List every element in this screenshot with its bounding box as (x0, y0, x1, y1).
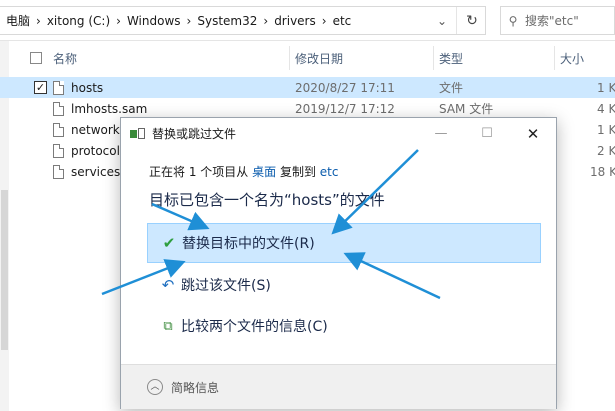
file-icon (53, 143, 64, 158)
minimize-button[interactable]: — (418, 118, 464, 149)
crumb-system32[interactable]: System32 (191, 7, 263, 34)
replace-or-skip-dialog: 替换或跳过文件 — ☐ ✕ 正在将 1 个项目从 桌面 复制到 etc 目标已包… (120, 117, 557, 409)
file-row-lmhosts[interactable]: lmhosts.sam 2019/12/7 17:12 SAM 文件 4 K (0, 98, 615, 119)
line-prefix: 正在将 1 个项目从 (149, 165, 249, 179)
chevron-down-icon[interactable]: ⌄ (430, 7, 454, 34)
refresh-icon[interactable]: ↻ (456, 7, 487, 34)
file-icon (53, 164, 64, 179)
search-input[interactable]: ⚲ 搜索"etc" (500, 6, 615, 35)
file-type: SAM 文件 (439, 102, 494, 116)
line-middle: 复制到 (279, 165, 316, 179)
dialog-title: 替换或跳过文件 (152, 127, 237, 141)
skip-file-button[interactable]: ↶ 跳过该文件(S) (147, 265, 541, 305)
scrollbar-thumb[interactable] (1, 190, 8, 350)
dialog-footer: ︿ 简略信息 (121, 364, 556, 409)
file-size: 1 K (597, 122, 615, 137)
file-type: 文件 (439, 81, 464, 95)
destination-link[interactable]: etc (320, 165, 339, 179)
checkbox[interactable] (30, 52, 42, 64)
skip-label: 跳过该文件(S) (181, 278, 271, 294)
compare-icon: ⧉ (163, 318, 173, 334)
close-button[interactable]: ✕ (510, 118, 556, 149)
file-name: lmhosts.sam (71, 101, 148, 116)
column-header-row: 名称 修改日期 类型 大小 (0, 40, 615, 76)
crumb-etc[interactable]: etc (327, 7, 358, 34)
file-date: 2019/12/7 17:12 (295, 101, 395, 116)
crumb-label: xitong (C:) (46, 13, 111, 28)
address-bar-area: 电脑 › xitong (C:) › Windows › System32 › … (0, 0, 615, 41)
column-date-label: 修改日期 (295, 51, 344, 66)
file-row-hosts[interactable]: ✓ hosts 2020/8/27 17:11 文件 1 K (0, 77, 615, 98)
column-date[interactable]: 修改日期 (288, 40, 344, 76)
file-name: networks (71, 122, 126, 137)
search-placeholder: 搜索"etc" (525, 14, 579, 28)
source-link[interactable]: 桌面 (252, 165, 276, 179)
checkbox-checked[interactable]: ✓ (34, 81, 47, 94)
compare-label: 比较两个文件的信息(C) (181, 319, 328, 335)
dialog-titlebar[interactable]: 替换或跳过文件 — ☐ ✕ (121, 118, 556, 149)
replace-label: 替换目标中的文件(R) (182, 236, 315, 252)
crumb-label: System32 (197, 13, 258, 28)
crumb-label: drivers (274, 13, 316, 28)
chevron-up-icon[interactable]: ︿ (147, 379, 163, 395)
copy-files-icon (130, 126, 146, 142)
maximize-button[interactable]: ☐ (464, 118, 510, 149)
copy-progress-text: 正在将 1 个项目从 桌面 复制到 etc (149, 163, 338, 180)
crumb-label: 电脑 (6, 14, 31, 28)
file-date: 2020/8/27 17:11 (295, 80, 395, 95)
file-size: 2 K (597, 143, 615, 158)
file-icon (53, 80, 64, 95)
search-icon: ⚲ (508, 13, 518, 28)
file-icon (53, 122, 64, 137)
crumb-label: Windows (126, 13, 181, 28)
column-type[interactable]: 类型 (432, 40, 464, 76)
crumb-computer[interactable]: 电脑 (0, 7, 36, 34)
column-size[interactable]: 大小 (553, 40, 585, 76)
file-size: 4 K (597, 101, 615, 116)
crumb-label: etc (332, 13, 352, 28)
file-size: 18 K (590, 164, 615, 179)
select-all-checkbox[interactable] (30, 40, 42, 76)
column-name[interactable]: 名称 (53, 40, 77, 76)
column-name-label: 名称 (53, 51, 78, 66)
checkmark-icon: ✔ (162, 234, 176, 252)
column-size-label: 大小 (560, 51, 585, 66)
replace-file-button[interactable]: ✔ 替换目标中的文件(R) (147, 223, 541, 263)
fewer-details-link[interactable]: 简略信息 (171, 379, 219, 396)
file-size: 1 K (597, 80, 615, 95)
crumb-drivers[interactable]: drivers (268, 7, 322, 34)
file-name: services (71, 164, 121, 179)
file-name: hosts (71, 80, 104, 95)
conflict-heading: 目标已包含一个名为“hosts”的文件 (149, 191, 385, 209)
address-box[interactable]: 电脑 › xitong (C:) › Windows › System32 › … (0, 6, 486, 35)
file-icon (53, 101, 64, 116)
skip-arrow-icon: ↶ (161, 276, 175, 294)
column-type-label: 类型 (439, 51, 464, 66)
crumb-drive[interactable]: xitong (C:) (41, 7, 116, 34)
file-name: protocol (71, 143, 120, 158)
compare-files-button[interactable]: ⧉ 比较两个文件的信息(C) (147, 306, 541, 346)
crumb-windows[interactable]: Windows (121, 7, 187, 34)
